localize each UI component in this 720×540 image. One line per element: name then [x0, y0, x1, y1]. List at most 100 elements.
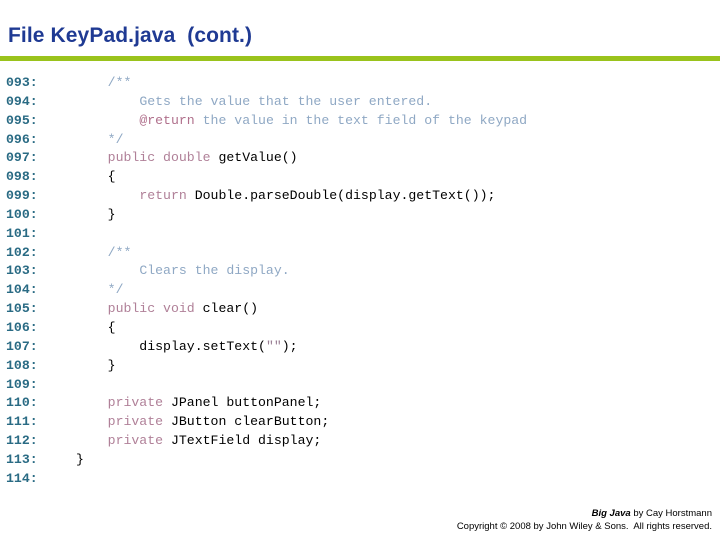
code-line-text: private JTextField display;	[76, 433, 322, 449]
code-line: 106: {	[0, 319, 720, 338]
code-token-plain: getValue()	[218, 150, 298, 166]
code-token-comment: /**	[107, 75, 132, 90]
code-line: 110: private JPanel buttonPanel;	[0, 394, 720, 413]
code-line-text: }	[76, 207, 116, 222]
code-token-comment: Gets the value that the user entered.	[139, 93, 433, 109]
code-line: 103: Clears the display.	[0, 262, 720, 281]
code-line-text: Gets the value that the user entered.	[76, 94, 432, 109]
code-token-keyword: public void	[107, 301, 203, 317]
code-line-text: /**	[76, 75, 132, 90]
code-line: 107: display.setText("");	[0, 338, 720, 357]
code-line-number: 093:	[6, 75, 38, 90]
code-token-comment: /**	[107, 244, 132, 260]
code-token-comment: Clears the display.	[139, 263, 290, 279]
code-token-plain: JPanel buttonPanel;	[170, 395, 322, 411]
footer-credit-line: Big Java by Cay Horstmann	[457, 508, 712, 521]
code-token-keyword: public double	[107, 150, 219, 166]
page-title: File KeyPad.java (cont.)	[8, 24, 253, 47]
code-line-text: }	[76, 358, 116, 373]
code-line-number: 107:	[6, 338, 38, 354]
code-line-text: */	[76, 131, 124, 147]
code-token-plain: }	[76, 451, 84, 467]
code-line: 112: private JTextField display;	[0, 432, 720, 451]
code-token-comment: the value in the text field of the keypa…	[194, 112, 528, 128]
code-line-text: {	[76, 169, 116, 184]
code-line: 094: Gets the value that the user entere…	[0, 93, 720, 112]
code-line-number: 096:	[6, 131, 38, 147]
code-line-number: 110:	[6, 395, 38, 411]
code-line-number: 111:	[6, 414, 38, 430]
code-line-text: display.setText("");	[76, 338, 298, 354]
code-line: 098: {	[0, 168, 720, 187]
code-line-number: 094:	[6, 93, 38, 109]
code-line: 099: return Double.parseDouble(display.g…	[0, 187, 720, 206]
footer-book-title: Big Java	[591, 508, 631, 519]
code-line-text: public void clear()	[76, 301, 258, 316]
code-line: 104: */	[0, 281, 720, 300]
code-line: 108: }	[0, 357, 720, 376]
code-line: 093: /**	[0, 74, 720, 93]
footer-author: by Cay Horstmann	[630, 508, 712, 519]
code-token-plain: JButton clearButton;	[170, 414, 330, 430]
code-line-text: private JPanel buttonPanel;	[76, 395, 322, 411]
code-line: 100: }	[0, 206, 720, 225]
code-token-comment: */	[107, 131, 124, 147]
code-line: 102: /**	[0, 244, 720, 263]
code-token-plain: );	[281, 338, 298, 354]
code-listing: 093: /** 094: Gets the value that the use…	[0, 74, 720, 489]
code-line-number: 103:	[6, 263, 38, 279]
slide-footer: Big Java by Cay Horstmann Copyright © 20…	[457, 508, 712, 533]
code-token-plain: {	[76, 319, 116, 335]
code-line-number: 113:	[6, 451, 38, 467]
code-line: 105: public void clear()	[0, 300, 720, 319]
code-token-comment: */	[107, 282, 124, 298]
code-token-plain: display.setText(	[76, 338, 266, 354]
code-line: 095: @return the value in the text field…	[0, 112, 720, 131]
code-line-text: return Double.parseDouble(display.getTex…	[76, 188, 495, 203]
code-token-plain: Double.parseDouble(display.getText());	[194, 188, 496, 204]
code-line: 113:}	[0, 451, 720, 470]
code-line-number: 112:	[6, 433, 38, 449]
code-line-number: 106:	[6, 319, 38, 335]
code-line-text: }	[76, 452, 84, 467]
code-line-number: 114:	[6, 470, 38, 486]
code-line: 111: private JButton clearButton;	[0, 413, 720, 432]
code-line: 101:	[0, 225, 720, 244]
code-token-keyword: return	[139, 188, 195, 204]
code-line-number: 097:	[6, 150, 38, 166]
code-token-string: ""	[265, 338, 282, 354]
footer-copyright: Copyright © 2008 by John Wiley & Sons. A…	[456, 520, 712, 532]
code-token-keyword: private	[107, 395, 171, 411]
code-token-tag: @return	[139, 112, 195, 128]
code-line-number: 098:	[6, 169, 38, 185]
code-line: 109:	[0, 376, 720, 395]
code-line-number: 109:	[6, 376, 38, 392]
code-line-number: 101:	[6, 225, 38, 241]
code-line-number: 099:	[6, 188, 38, 204]
code-line: 097: public double getValue()	[0, 149, 720, 168]
code-token-plain: clear()	[202, 301, 259, 317]
code-token-plain: }	[76, 357, 116, 373]
code-line: 096: */	[0, 131, 720, 150]
code-line-number: 100:	[6, 206, 38, 222]
code-line-text: private JButton clearButton;	[76, 414, 330, 430]
code-line-text: public double getValue()	[76, 150, 298, 165]
code-line-number: 102:	[6, 244, 38, 260]
code-line-text: @return the value in the text field of t…	[76, 113, 527, 128]
title-divider-rule	[0, 56, 720, 61]
code-line-text: Clears the display.	[76, 263, 290, 279]
code-line-text: */	[76, 282, 124, 298]
code-token-keyword: private	[107, 433, 171, 449]
code-token-plain: {	[76, 169, 116, 185]
